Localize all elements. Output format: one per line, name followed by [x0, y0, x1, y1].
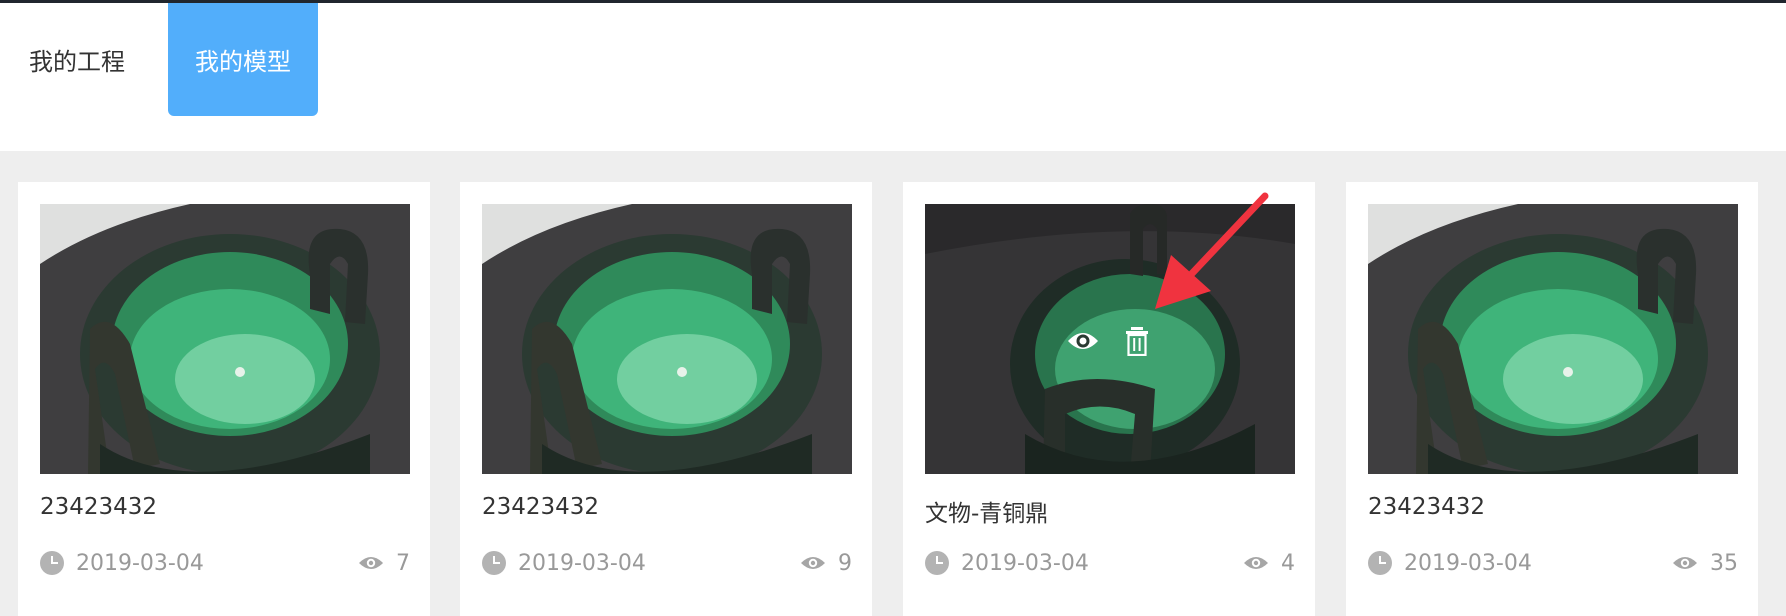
model-title[interactable]: 23423432	[482, 494, 599, 524]
model-thumbnail[interactable]	[925, 204, 1295, 474]
model-thumbnail[interactable]	[1368, 204, 1738, 474]
model-thumbnail[interactable]	[482, 204, 852, 474]
eye-icon	[801, 557, 825, 569]
tab-my-projects[interactable]: 我的工程	[18, 3, 136, 116]
hover-overlay	[925, 204, 1295, 474]
model-meta: 2019-03-04 4	[925, 546, 1295, 580]
model-card[interactable]: 23423432 2019-03-04 9	[460, 182, 872, 616]
model-grid: 23423432 2019-03-04 7 23423432 2019-03-0…	[0, 151, 1786, 616]
eye-icon	[1673, 557, 1697, 569]
model-meta: 2019-03-04 9	[482, 546, 852, 580]
model-date: 2019-03-04	[518, 550, 646, 576]
clock-icon	[40, 551, 64, 575]
view-count: 9	[838, 550, 852, 576]
clock-icon	[482, 551, 506, 575]
bronze-ding-photo	[40, 204, 410, 474]
model-date: 2019-03-04	[1404, 550, 1532, 576]
model-title[interactable]: 23423432	[1368, 494, 1485, 524]
tab-bar: 我的工程 我的模型	[0, 3, 1786, 151]
clock-icon	[925, 551, 949, 575]
bronze-ding-photo	[482, 204, 852, 474]
model-date: 2019-03-04	[961, 550, 1089, 576]
model-meta: 2019-03-04 7	[40, 546, 410, 580]
trash-icon[interactable]	[1120, 326, 1154, 356]
tab-my-models[interactable]: 我的模型	[168, 3, 318, 116]
model-card[interactable]: 23423432 2019-03-04 7	[18, 182, 430, 616]
model-date: 2019-03-04	[76, 550, 204, 576]
model-title[interactable]: 23423432	[40, 494, 157, 524]
model-card[interactable]: 23423432 2019-03-04 35	[1346, 182, 1758, 616]
model-thumbnail[interactable]	[40, 204, 410, 474]
eye-icon	[1244, 557, 1268, 569]
bronze-ding-photo	[1368, 204, 1738, 474]
eye-icon	[359, 557, 383, 569]
eye-icon[interactable]	[1066, 326, 1100, 356]
view-count: 4	[1281, 550, 1295, 576]
model-title[interactable]: 文物-青铜鼎	[925, 494, 1048, 527]
view-count: 7	[396, 550, 410, 576]
model-meta: 2019-03-04 35	[1368, 546, 1738, 580]
view-count: 35	[1710, 550, 1738, 576]
model-card[interactable]: 文物-青铜鼎 2019-03-04 4	[903, 182, 1315, 616]
clock-icon	[1368, 551, 1392, 575]
